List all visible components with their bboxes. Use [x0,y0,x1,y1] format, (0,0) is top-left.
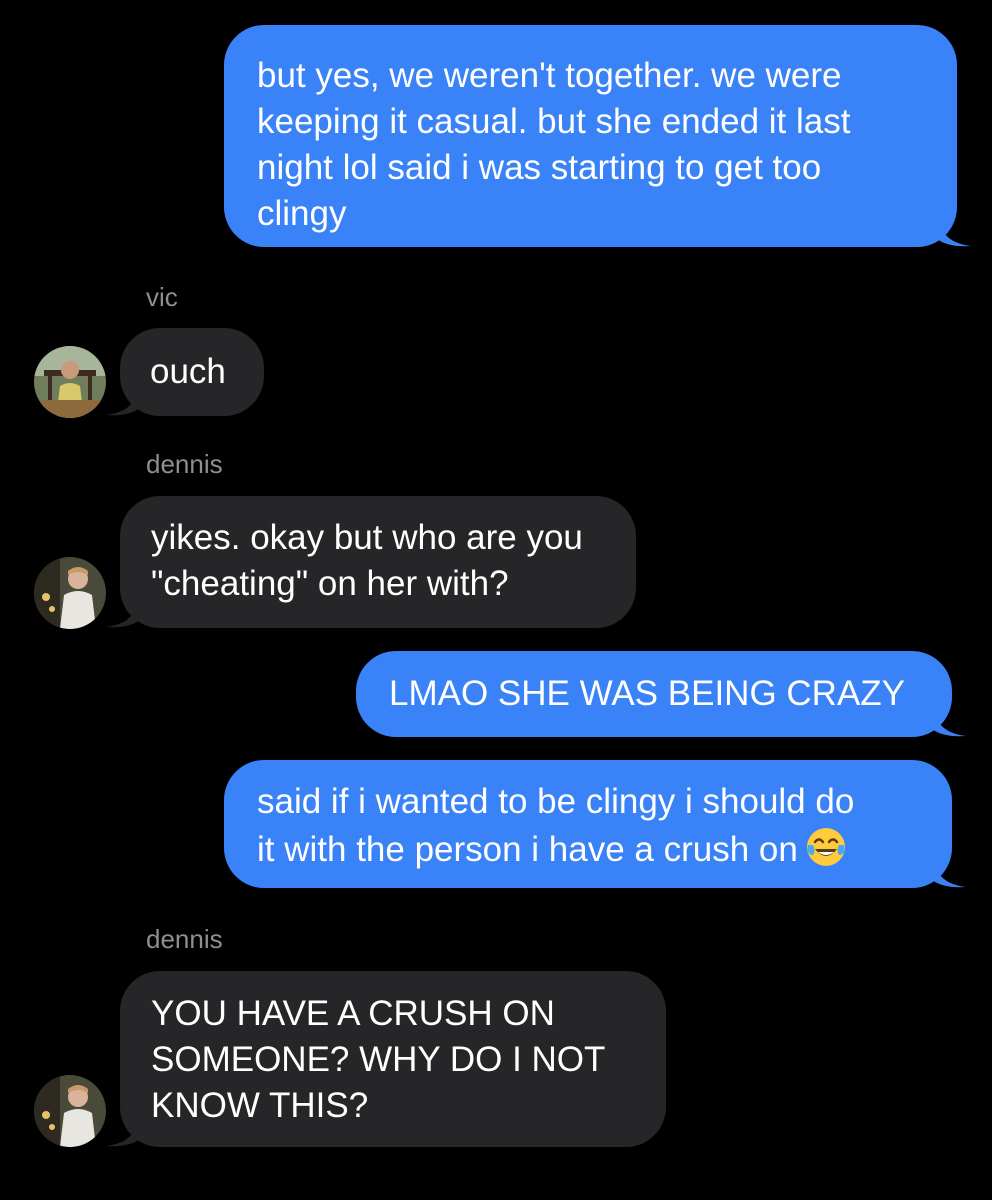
message-text: ouch [150,352,226,391]
dennis-avatar[interactable] [34,557,106,629]
message-text: yikes. okay but who are you "cheating" o… [151,518,583,603]
bubble-tail [106,1111,140,1147]
message-text: LMAO SHE WAS BEING CRAZY [389,674,906,713]
bubble-tail [932,852,966,888]
outgoing-message-bubble[interactable]: but yes, we weren't together. we were ke… [224,25,971,247]
message-text: but yes, we weren't together. we were ke… [257,56,851,233]
message-text: YOU HAVE A CRUSH ON SOMEONE? WHY DO I NO… [151,994,606,1125]
bubble-tail [106,592,140,628]
sender-name: dennis [146,924,223,954]
message-text: said if i wanted to be clingy i should d… [257,779,924,873]
vic-avatar[interactable] [34,346,106,418]
incoming-message-bubble[interactable]: yikes. okay but who are you "cheating" o… [106,496,636,628]
outgoing-message-bubble[interactable]: said if i wanted to be clingy i should d… [224,760,966,888]
incoming-message-bubble[interactable]: YOU HAVE A CRUSH ON SOMEONE? WHY DO I NO… [106,971,666,1147]
sender-name: dennis [146,449,223,479]
message-thread: but yes, we weren't together. we were ke… [0,0,992,1200]
bubble-tail [937,211,971,247]
sender-name: vic [146,282,178,312]
bubble-tail [106,380,140,416]
bubble-tail [932,701,966,737]
outgoing-message-bubble[interactable]: LMAO SHE WAS BEING CRAZY [356,651,966,737]
incoming-message-bubble[interactable]: ouch [106,328,264,416]
tears-of-joy-emoji [806,828,845,866]
message-text-body: said if i wanted to be clingy i should d… [257,782,855,869]
dennis-avatar[interactable] [34,1075,106,1147]
